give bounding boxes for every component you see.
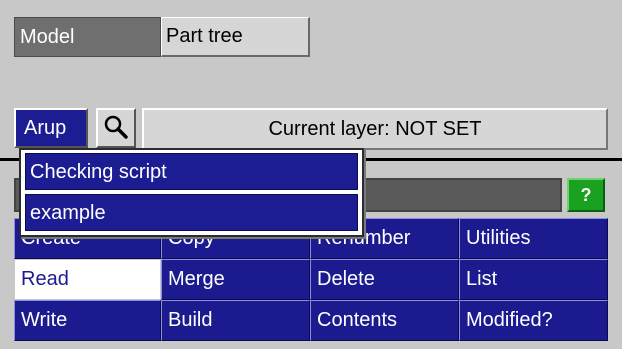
menu-item-example[interactable]: example <box>25 194 358 231</box>
write-button[interactable]: Write <box>14 300 161 341</box>
modified-button[interactable]: Modified? <box>459 300 608 341</box>
arup-menu-button[interactable]: Arup <box>14 108 88 148</box>
delete-button[interactable]: Delete <box>310 259 459 300</box>
merge-button[interactable]: Merge <box>161 259 310 300</box>
contents-button[interactable]: Contents <box>310 300 459 341</box>
tab-part-tree[interactable]: Part tree <box>161 17 310 57</box>
current-layer-display[interactable]: Current layer: NOT SET <box>142 108 608 150</box>
list-button[interactable]: List <box>459 259 608 300</box>
arup-dropdown-menu: Checking script example <box>19 148 364 237</box>
search-button[interactable] <box>96 108 136 148</box>
menu-item-checking-script[interactable]: Checking script <box>25 153 358 190</box>
build-button[interactable]: Build <box>161 300 310 341</box>
magnifier-icon <box>104 115 128 139</box>
read-button[interactable]: Read <box>14 259 161 300</box>
help-button[interactable]: ? <box>567 178 605 212</box>
tab-model[interactable]: Model <box>14 17 161 57</box>
utilities-button[interactable]: Utilities <box>459 218 608 259</box>
